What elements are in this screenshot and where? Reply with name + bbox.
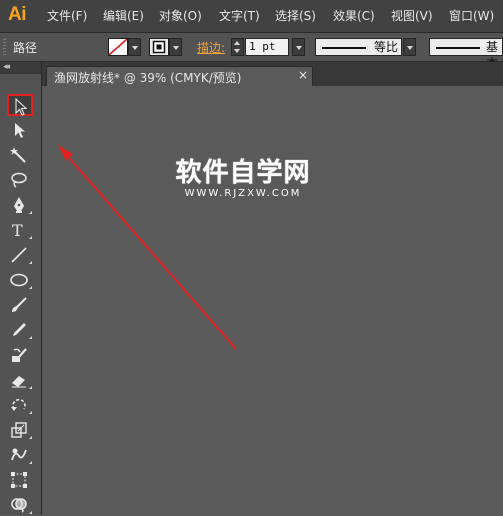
lasso-tool[interactable] [7,169,33,191]
collapse-chevron-icon[interactable]: ◂◂ [3,62,10,72]
variable-width-profile-select[interactable]: 等比 [315,38,402,56]
line-segment-tool[interactable] [7,244,33,266]
fill-dropdown-arrow[interactable] [128,38,141,56]
free-transform-tool[interactable] [7,469,33,491]
menu-file[interactable]: 文件(F) [47,8,87,24]
tool-group-indicator [29,286,32,289]
stroke-weight-stepper[interactable] [231,38,244,56]
scale-tool[interactable] [7,419,33,441]
selection-tool[interactable] [7,94,33,116]
stroke-weight-dropdown-arrow[interactable] [292,38,305,56]
variable-width-dropdown-arrow[interactable] [403,38,416,56]
pen-icon [14,197,24,213]
brush-line-preview [436,47,480,49]
ellipse-tool[interactable] [7,269,33,291]
svg-text:T: T [12,221,23,239]
no-fill-icon [109,39,127,55]
warp-tool[interactable] [7,444,33,466]
blob-brush-tool[interactable] [7,344,33,366]
menu-view[interactable]: 视图(V) [391,8,433,24]
pencil-tool[interactable] [7,319,33,341]
eraser-icon [12,376,26,388]
tools-panel-header[interactable]: ◂◂ [0,62,41,74]
tool-group-indicator [29,211,32,214]
paintbrush-icon [12,297,27,312]
shape-builder-icon [11,498,27,513]
selection-type-label: 路径 [13,41,38,55]
warp-icon [11,448,27,461]
selection-icon [15,98,28,116]
watermark-url: WWW.RJZXW.COM [184,188,302,199]
brush-definition-select[interactable]: 基本 [429,38,503,70]
magic-wand-icon [10,147,26,163]
ellipse-icon [10,273,28,287]
type-tool[interactable]: T [7,219,33,241]
rotate-tool[interactable] [7,394,33,416]
lasso-icon [11,172,27,188]
eraser-tool[interactable] [7,369,33,391]
document-tab-title: 渔网放射线* @ 39% (CMYK/预览) [54,71,242,85]
paintbrush-tool[interactable] [7,294,33,316]
stroke-weight-input[interactable]: 1 pt [245,38,289,56]
rotate-icon [11,398,26,411]
menu-bar: Ai 文件(F) 编辑(E) 对象(O) 文字(T) 选择(S) 效果(C) 视… [0,0,503,33]
pencil-icon [13,323,26,336]
tool-group-indicator [29,461,32,464]
watermark: 软件自学网 WWW.RJZXW.COM [163,158,323,200]
variable-width-label: 等比 [374,40,399,54]
close-icon[interactable]: × [298,68,308,82]
menu-effect[interactable]: 效果(C) [333,8,375,24]
fill-swatch[interactable] [108,38,128,56]
watermark-title: 软件自学网 [175,158,311,188]
direct-selection-icon [15,123,25,138]
stepper-up-icon[interactable] [234,41,240,45]
line-icon [11,247,27,263]
control-bar: 路径 描边: 1 pt 等比 基本 [0,33,503,70]
tool-group-indicator [29,236,32,239]
document-tab[interactable]: 渔网放射线* @ 39% (CMYK/预览) × [46,66,313,86]
tool-group-indicator [29,436,32,439]
tool-group-indicator [29,411,32,414]
stroke-color-icon [152,40,166,54]
shape-builder-tool[interactable] [7,494,33,516]
type-icon: T [12,221,23,239]
blob-brush-icon [12,348,27,362]
document-tab-strip: 渔网放射线* @ 39% (CMYK/预览) × [42,62,503,86]
free-transform-icon [11,472,27,488]
pen-tool[interactable] [7,194,33,216]
tools-panel: ◂◂ T [0,62,42,515]
tool-group-indicator [29,511,32,514]
app-logo: Ai [8,4,27,25]
menu-select[interactable]: 选择(S) [275,8,316,24]
stepper-down-icon[interactable] [234,49,240,53]
magic-wand-tool[interactable] [7,144,33,166]
panel-grip-icon[interactable] [3,39,6,55]
tool-group-indicator [29,386,32,389]
stroke-dropdown-arrow[interactable] [169,38,182,56]
menu-window[interactable]: 窗口(W) [449,8,494,24]
tool-group-indicator [29,261,32,264]
menu-edit[interactable]: 编辑(E) [103,8,144,24]
menu-type[interactable]: 文字(T) [219,8,260,24]
profile-line-preview [322,47,366,49]
tool-group-indicator [29,336,32,339]
stroke-swatch[interactable] [149,38,169,56]
direct-selection-tool[interactable] [7,119,33,141]
scale-icon [11,422,27,438]
canvas-area[interactable]: 软件自学网 WWW.RJZXW.COM [42,86,503,515]
menu-object[interactable]: 对象(O) [159,8,202,24]
stroke-label[interactable]: 描边: [197,39,225,56]
